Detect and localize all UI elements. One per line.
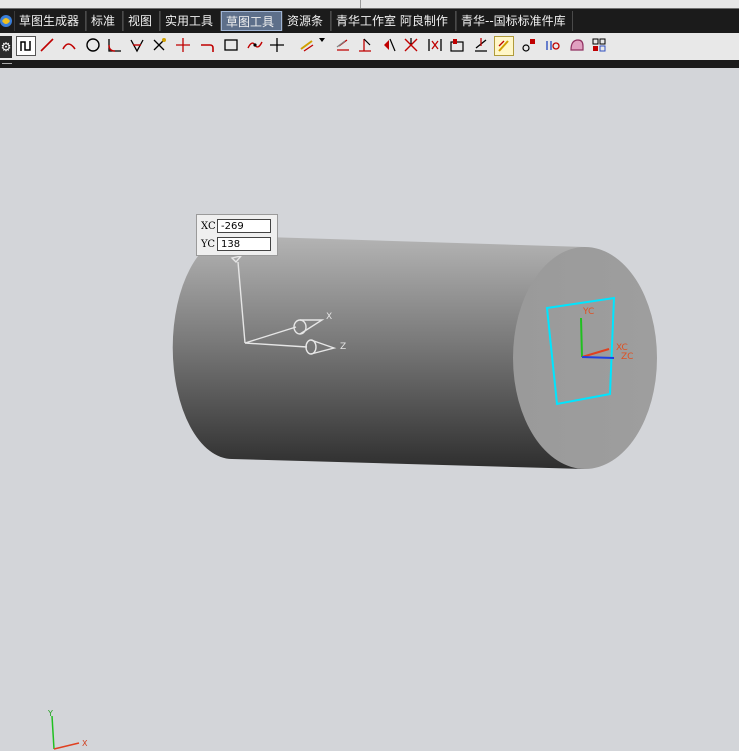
sketch-yc-label: YC: [582, 307, 594, 317]
yc-label: YC: [201, 238, 216, 250]
offset-curve-icon[interactable]: [334, 36, 354, 56]
title-strip-divider: [360, 0, 361, 8]
make-corner-icon[interactable]: [494, 36, 514, 56]
toolbar-bottom-strip: [0, 60, 739, 68]
constraints-icon[interactable]: [520, 36, 540, 56]
gear-icon[interactable]: ⚙: [0, 36, 12, 58]
tab-standard[interactable]: 标准: [86, 11, 123, 31]
corner-icon[interactable]: [198, 36, 218, 56]
xc-input[interactable]: -269: [217, 219, 271, 233]
rectangle-icon[interactable]: [222, 36, 242, 56]
studio-spline-icon[interactable]: [246, 36, 266, 56]
ribbon-tab-bar: 草图生成器 标准 视图 实用工具 草图工具 资源条 青华工作室 阿良制作 青华-…: [0, 8, 739, 33]
corner-y-label: Y: [47, 709, 53, 718]
show-constraints-icon[interactable]: [568, 36, 588, 56]
convert-reference-icon[interactable]: [590, 36, 610, 56]
3d-scene: X Z YC XC ZC Y X: [47, 236, 657, 750]
circle-icon[interactable]: [84, 36, 104, 56]
toolbar-grip: [2, 63, 12, 64]
chamfer-icon[interactable]: [128, 36, 148, 56]
app-logo-icon: [0, 11, 12, 31]
arc-icon[interactable]: [60, 36, 80, 56]
trim-icon[interactable]: [150, 36, 170, 56]
add-existing-curve-icon[interactable]: [402, 36, 422, 56]
xc-label: XC: [201, 220, 216, 232]
point-icon[interactable]: [268, 36, 288, 56]
tab-view[interactable]: 视图: [123, 11, 160, 31]
tab-sketch-generator[interactable]: 草图生成器: [14, 11, 86, 31]
pattern-curve-icon[interactable]: [356, 36, 376, 56]
yc-input[interactable]: 138: [217, 237, 271, 251]
profile-icon[interactable]: [16, 36, 36, 56]
mirror-curve-icon[interactable]: [380, 36, 400, 56]
project-curve-icon[interactable]: [448, 36, 468, 56]
coordinate-input-box: XC -269 YC 138: [196, 214, 278, 256]
tab-sketch-tools[interactable]: 草图工具: [221, 11, 282, 31]
sketch-toolbar: ⚙: [0, 33, 739, 60]
corner-x-label: X: [82, 739, 88, 748]
wcs-z-label: Z: [340, 342, 346, 352]
fillet-icon[interactable]: [106, 36, 126, 56]
absolute-triad: [51, 715, 80, 750]
derived-line-icon[interactable]: [298, 36, 318, 56]
auto-constraint-icon[interactable]: [544, 36, 564, 56]
chevron-down-icon[interactable]: [318, 36, 330, 56]
tab-resource-bar[interactable]: 资源条: [282, 11, 331, 31]
graphics-viewport[interactable]: X Z YC XC ZC Y X: [0, 68, 739, 751]
wcs-x-label: X: [326, 312, 332, 322]
intersection-curve-icon[interactable]: [426, 36, 446, 56]
quick-trim-icon[interactable]: [472, 36, 492, 56]
tab-gb-standard-library[interactable]: 青华--国标标准件库: [456, 11, 573, 31]
extend-icon[interactable]: [174, 36, 194, 56]
tab-qinghua-studio[interactable]: 青华工作室 阿良制作: [331, 11, 456, 31]
line-icon[interactable]: [38, 36, 58, 56]
tab-utilities[interactable]: 实用工具: [160, 11, 221, 31]
sketch-zc-label: ZC: [621, 352, 633, 362]
